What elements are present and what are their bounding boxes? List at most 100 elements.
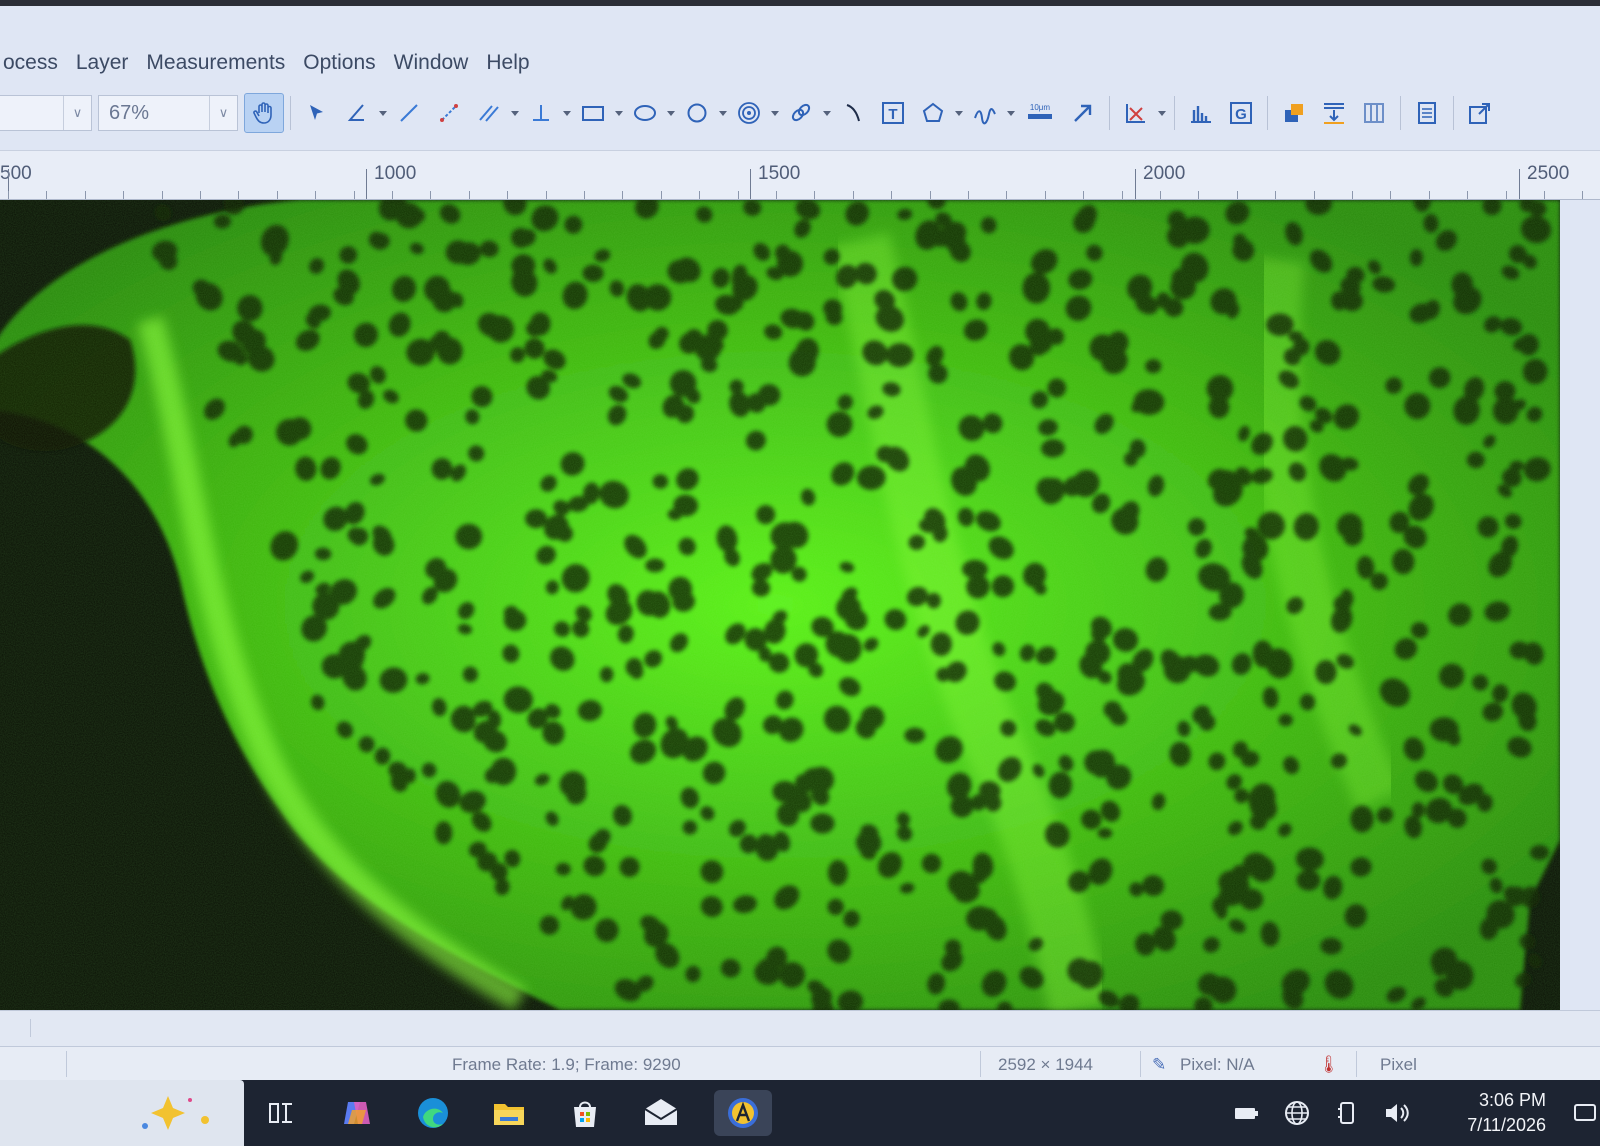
- polygon-dropdown[interactable]: [953, 93, 965, 133]
- ruler-minor-tick: [1390, 191, 1391, 199]
- svg-text:10μm: 10μm: [1030, 103, 1051, 112]
- freehand-dropdown[interactable]: [1005, 93, 1017, 133]
- calibrate-icon[interactable]: [1116, 93, 1156, 133]
- ruler-minor-tick: [200, 191, 201, 199]
- rectangle-dropdown[interactable]: [613, 93, 625, 133]
- ruler-minor-tick: [1198, 191, 1199, 199]
- copilot-icon[interactable]: [334, 1090, 380, 1136]
- columns-icon[interactable]: [1354, 93, 1394, 133]
- perpendicular-dropdown[interactable]: [561, 93, 573, 133]
- freehand-icon[interactable]: [965, 93, 1005, 133]
- text-tool-icon[interactable]: T: [873, 93, 913, 133]
- perpendicular-icon[interactable]: [521, 93, 561, 133]
- parallel-dropdown[interactable]: [509, 93, 521, 133]
- select-arrow-icon[interactable]: [297, 93, 337, 133]
- ruler-minor-tick: [930, 191, 931, 199]
- task-view-icon[interactable]: [258, 1090, 304, 1136]
- edge-browser-icon[interactable]: [410, 1090, 456, 1136]
- image-dimensions: 2592 × 1944: [998, 1055, 1094, 1074]
- fluorescence-micrograph: [0, 200, 1560, 1010]
- ruler-minor-tick: [1045, 191, 1046, 199]
- imaging-app-icon[interactable]: [714, 1090, 772, 1136]
- merge-down-icon[interactable]: [1314, 93, 1354, 133]
- scrollbar-track[interactable]: [30, 1019, 1570, 1037]
- menu-process[interactable]: ocess: [0, 51, 67, 75]
- ruler-minor-tick: [8, 191, 9, 199]
- toolbar-separator: [1174, 96, 1175, 130]
- curve-icon[interactable]: [833, 93, 873, 133]
- chevron-down-icon[interactable]: ∨: [63, 96, 91, 130]
- mode-combo[interactable]: ∨: [0, 95, 92, 131]
- ruler-minor-tick: [661, 191, 662, 199]
- status-bar: Frame Rate: 1.9; Frame: 9290 2592 × 1944…: [0, 1046, 1600, 1080]
- ruler-major-tick: [366, 169, 367, 199]
- rectangle-icon[interactable]: [573, 93, 613, 133]
- menu-options[interactable]: Options: [294, 51, 384, 75]
- clock-time: 3:06 PM: [1478, 1090, 1546, 1110]
- volume-icon[interactable]: [1382, 1098, 1412, 1128]
- ruler-minor-tick: [238, 191, 239, 199]
- store-icon[interactable]: [562, 1090, 608, 1136]
- image-canvas[interactable]: [0, 200, 1560, 1010]
- pan-hand-icon[interactable]: [244, 93, 284, 133]
- horizontal-scrollbar[interactable]: [0, 1010, 1600, 1046]
- zoom-combo[interactable]: 67% ∨: [98, 95, 238, 131]
- link-dropdown[interactable]: [821, 93, 833, 133]
- battery-icon[interactable]: [1232, 1098, 1262, 1128]
- grid-g-icon[interactable]: G: [1221, 93, 1261, 133]
- menu-help[interactable]: Help: [477, 51, 538, 75]
- multi-point-line-icon[interactable]: [429, 93, 469, 133]
- ruler-minor-tick: [507, 191, 508, 199]
- ruler-minor-tick: [891, 191, 892, 199]
- ruler-minor-tick: [1275, 191, 1276, 199]
- angle-dropdown[interactable]: [377, 93, 389, 133]
- histogram-icon[interactable]: [1181, 93, 1221, 133]
- report-icon[interactable]: [1407, 93, 1447, 133]
- system-clock[interactable]: 3:06 PM 7/11/2026: [1467, 1088, 1546, 1138]
- menu-layer[interactable]: Layer: [67, 51, 138, 75]
- parallel-lines-icon[interactable]: [469, 93, 509, 133]
- toolbar-separator: [1453, 96, 1454, 130]
- ruler-minor-tick: [1467, 191, 1468, 199]
- concentric-dropdown[interactable]: [769, 93, 781, 133]
- ruler-minor-tick: [1160, 191, 1161, 199]
- monitor-bezel: [0, 0, 1600, 6]
- line-icon[interactable]: [389, 93, 429, 133]
- ruler-minor-tick: [1544, 191, 1545, 199]
- ruler-minor-tick: [1006, 191, 1007, 199]
- polygon-icon[interactable]: [913, 93, 953, 133]
- ruler-major-tick: [1519, 169, 1520, 199]
- toolbar-separator: [1400, 96, 1401, 130]
- circle-dropdown[interactable]: [717, 93, 729, 133]
- ruler-label: 2000: [1143, 163, 1186, 184]
- ellipse-icon[interactable]: [625, 93, 665, 133]
- chevron-down-icon[interactable]: ∨: [209, 96, 237, 130]
- circle-icon[interactable]: [677, 93, 717, 133]
- layers-icon[interactable]: [1274, 93, 1314, 133]
- ellipse-dropdown[interactable]: [665, 93, 677, 133]
- status-divider: [66, 1051, 67, 1077]
- widgets-area[interactable]: [0, 1080, 244, 1146]
- ruler-minor-tick: [738, 191, 739, 199]
- ruler-major-tick: [750, 169, 751, 199]
- angle-icon[interactable]: [337, 93, 377, 133]
- export-icon[interactable]: [1460, 93, 1500, 133]
- scale-bar-icon[interactable]: 10μm: [1017, 93, 1063, 133]
- frame-rate-status: Frame Rate: 1.9; Frame: 9290: [452, 1055, 681, 1074]
- status-divider: [1140, 1051, 1141, 1077]
- arrow-icon[interactable]: [1063, 93, 1103, 133]
- notifications-icon[interactable]: [1570, 1098, 1600, 1128]
- menu-measurements[interactable]: Measurements: [137, 51, 294, 75]
- status-divider: [1356, 1051, 1357, 1077]
- concentric-circles-icon[interactable]: [729, 93, 769, 133]
- globe-network-icon[interactable]: [1282, 1098, 1312, 1128]
- ruler-minor-tick: [392, 191, 393, 199]
- calibrate-dropdown[interactable]: [1156, 93, 1168, 133]
- mail-icon[interactable]: [638, 1090, 684, 1136]
- ruler-minor-tick: [699, 191, 700, 199]
- file-explorer-icon[interactable]: [486, 1090, 532, 1136]
- usb-device-icon[interactable]: [1332, 1098, 1362, 1128]
- ruler-label: 500: [0, 163, 32, 184]
- link-chain-icon[interactable]: [781, 93, 821, 133]
- menu-window[interactable]: Window: [385, 51, 478, 75]
